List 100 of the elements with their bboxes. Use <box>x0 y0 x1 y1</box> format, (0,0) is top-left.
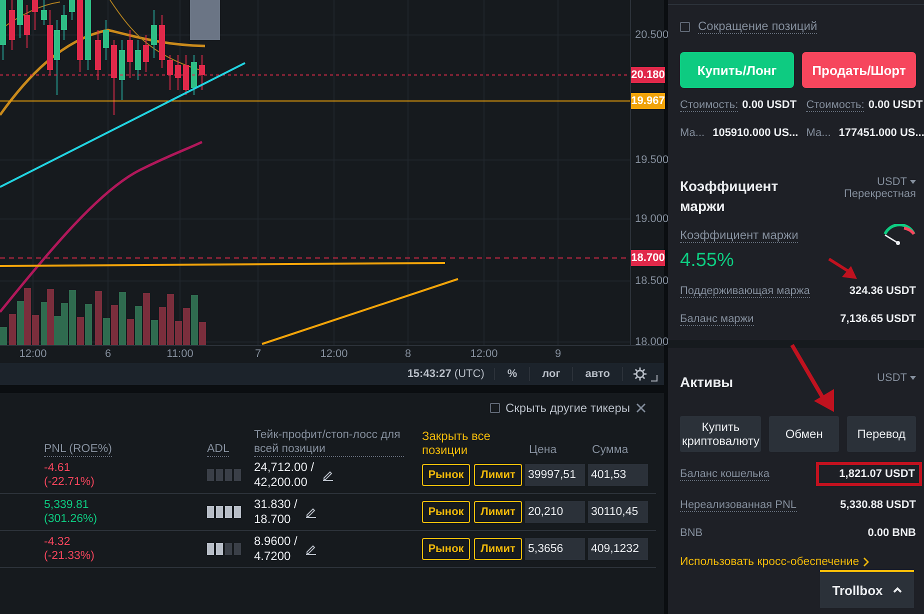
adl-bar <box>234 543 241 555</box>
margin-value: 324.36 USDT <box>849 284 916 299</box>
candle <box>119 40 125 100</box>
limit-button[interactable]: Лимит <box>474 464 522 486</box>
candle <box>127 30 133 78</box>
currency-dropdown[interactable]: USDT <box>877 176 916 188</box>
margin-label: Поддерживающая маржа <box>680 284 810 298</box>
close-icon[interactable] <box>636 403 646 413</box>
price-field[interactable]: 5,3656 <box>525 538 585 560</box>
amount-field[interactable]: 401,53 <box>588 464 648 486</box>
adl-bar <box>225 506 232 518</box>
price-tick: 18.500 <box>635 275 669 287</box>
cost-label: Стоимость: <box>806 99 864 112</box>
edit-icon[interactable] <box>305 506 318 518</box>
close-all-link[interactable]: Закрыть все позиции <box>422 429 525 457</box>
checkbox-label: Скрыть другие тикеры <box>506 401 630 415</box>
pnl-value: 5,339.81 (301.26%) <box>44 498 98 526</box>
market-button[interactable]: Рынок <box>422 538 470 560</box>
adl-bar <box>216 543 223 555</box>
adl-bar <box>216 506 223 518</box>
edit-icon[interactable] <box>322 469 334 481</box>
candle <box>0 0 6 60</box>
time-label: 12:00 <box>19 348 47 360</box>
candle <box>32 0 38 30</box>
trollbox-button[interactable]: Trollbox <box>820 570 914 608</box>
margin-value: 7,136.65 USDT <box>840 312 916 327</box>
candle <box>175 54 181 90</box>
column-header: ADL <box>207 442 230 457</box>
adl-bar <box>207 543 214 555</box>
margin-mode: Перекрестная <box>844 188 916 201</box>
cross-collateral-link[interactable]: Использовать кросс-обеспечение <box>680 556 870 568</box>
amount-field[interactable]: 30110,45 <box>588 501 648 523</box>
price-field[interactable]: 20,210 <box>525 501 585 523</box>
price-tick: 19.000 <box>635 213 669 225</box>
limit-button[interactable]: Лимит <box>474 538 522 560</box>
candle <box>191 54 197 96</box>
max-label: Ма... <box>680 127 705 139</box>
amount-field[interactable]: 409,1232 <box>588 538 648 560</box>
gauge-icon <box>882 224 916 246</box>
adl-bar <box>234 506 241 518</box>
max-value: 177451.000 US... <box>838 127 924 139</box>
candle <box>151 10 157 58</box>
price-tick: 19.500 <box>635 154 669 166</box>
annotation-arrow <box>828 258 858 280</box>
candle <box>69 0 75 20</box>
time-label: 6 <box>104 348 112 360</box>
ratio-label: Коэффициент маржи <box>680 228 798 242</box>
market-button[interactable]: Рынок <box>422 501 470 523</box>
price-field[interactable]: 39997,51 <box>525 464 585 486</box>
column-header: PNL (ROE%) <box>44 442 112 457</box>
caret-icon <box>910 376 916 380</box>
price-label: 20.180 <box>631 67 665 83</box>
margin-ratio: 4.55% <box>680 250 734 272</box>
adl-bar <box>216 469 223 481</box>
candle <box>143 34 149 72</box>
checkbox[interactable] <box>490 403 500 413</box>
asset-label: BNB <box>680 527 703 539</box>
cost-value: 0.00 USDT <box>742 99 797 112</box>
pnl-value: -4.32 (-21.33%) <box>44 535 96 563</box>
chart-toolbar-button[interactable]: % <box>495 367 530 381</box>
candle <box>159 14 165 68</box>
adl-bar <box>207 469 214 481</box>
tp-sl-value: 31.830 / 18.700 <box>254 497 298 527</box>
adl-bar <box>234 469 241 481</box>
asset-value: 5,330.88 USDT <box>840 498 916 513</box>
tp-sl-value: 24,712.00 / 42,200.00 <box>254 460 314 490</box>
price-tick: 20.500 <box>635 29 669 41</box>
time-label: 9 <box>554 348 562 360</box>
chevron-right-icon <box>863 557 870 567</box>
resize-icon[interactable] <box>651 375 658 382</box>
caret-icon <box>910 180 916 184</box>
asset-action-button[interactable]: Обмен <box>769 416 839 452</box>
asset-value: 1,821.07 USDT <box>816 462 922 486</box>
candle <box>199 54 205 90</box>
chart-toolbar-button[interactable]: лог <box>530 367 574 381</box>
edit-icon[interactable] <box>305 543 318 555</box>
adl-bar <box>225 543 232 555</box>
market-button[interactable]: Рынок <box>422 464 470 486</box>
checkbox[interactable] <box>680 22 690 32</box>
chevron-up-icon <box>892 587 902 593</box>
currency-dropdown[interactable]: USDT <box>877 372 916 384</box>
price-label: 19.967 <box>631 93 665 109</box>
column-header: Тейк-профит/стоп-лосс для всей позиции <box>254 428 404 457</box>
tp-sl-value: 8.9600 / 4.7200 <box>254 534 298 564</box>
cost-label: Стоимость: <box>680 99 738 112</box>
time-label: 11:00 <box>166 348 194 360</box>
asset-action-button[interactable]: Перевод <box>846 416 916 452</box>
adl-bar <box>207 506 214 518</box>
clock-text: 15:43:27 (UTC) <box>397 368 496 380</box>
asset-label: Нереализованная PNL <box>680 498 797 512</box>
max-label: Ма... <box>806 127 831 139</box>
time-label: 12:00 <box>320 348 348 360</box>
sell-button[interactable]: Продать/Шорт <box>802 52 916 88</box>
asset-value: 0.00 BNB <box>868 526 916 541</box>
volume-bar <box>0 327 7 345</box>
candle <box>95 30 101 80</box>
settings-icon[interactable] <box>633 367 647 381</box>
chart-toolbar-button[interactable]: авто <box>573 367 623 381</box>
limit-button[interactable]: Лимит <box>474 501 522 523</box>
asset-action-button[interactable]: Купить криптовалюту <box>680 416 762 452</box>
